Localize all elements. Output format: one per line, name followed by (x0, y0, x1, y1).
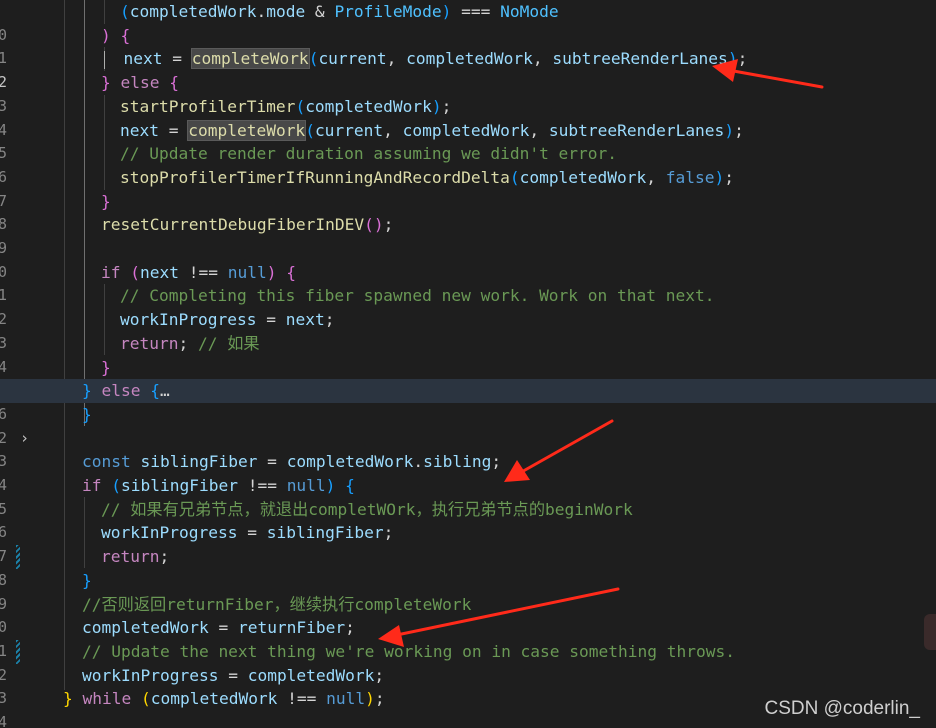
code-line-active[interactable]: 2 next = completeWork(current, completed… (0, 47, 936, 91)
code-line[interactable]: 1 completedWork = returnFiber; (0, 616, 936, 660)
code-line[interactable]: 5 } (0, 356, 936, 400)
code-line[interactable]: 6 // 如果有兄弟节点，就退出completWOrk，执行兄弟节点的begin… (0, 498, 936, 569)
code-line[interactable]: 3 } else { (0, 71, 936, 115)
code-line[interactable]: 5 next = completeWork(current, completed… (0, 119, 936, 162)
code-line[interactable]: 3 (0, 427, 936, 470)
code-line[interactable]: 3 workInProgress = completedWork; (0, 664, 936, 708)
code-line[interactable]: 0 //否则返回returnFiber，继续执行completeWork (0, 593, 936, 664)
code-line[interactable]: 9 } (0, 569, 936, 613)
code-line[interactable]: 8 } (0, 190, 936, 234)
folded-ellipsis[interactable]: … (160, 381, 170, 400)
code-line[interactable]: 4 startProfilerTimer(completedWork); (0, 95, 936, 139)
watermark: CSDN @coderlin_ (764, 698, 920, 719)
code-line[interactable]: 8 return; (0, 545, 936, 589)
code-line[interactable]: 9 resetCurrentDebugFiberInDEV(); (0, 213, 936, 257)
line-number: 4 (0, 713, 8, 728)
code-line[interactable]: 5 if (siblingFiber !== null) { (0, 474, 936, 518)
code-editor[interactable]: 0 (completedWork.mode & ProfileMode) ===… (0, 0, 936, 728)
code-line[interactable]: 4 const siblingFiber = completedWork.sib… (0, 450, 936, 494)
code-line[interactable]: 6 // Update render duration assuming we … (0, 142, 936, 186)
code-line[interactable]: 3 workInProgress = next; (0, 308, 936, 352)
code-line[interactable]: 7 workInProgress = siblingFiber; (0, 521, 936, 565)
minimap-edge-widget[interactable] (924, 614, 936, 650)
code-line[interactable]: 2 // Update the next thing we're working… (0, 640, 936, 684)
code-line[interactable]: 2 // Completing this fiber spawned new w… (0, 284, 936, 328)
code-line-folded[interactable]: 6 › } else {… (0, 379, 936, 447)
code-line[interactable]: 0 (0, 237, 936, 281)
code-line[interactable]: 0 (completedWork.mode & ProfileMode) ===… (0, 0, 936, 44)
code-line[interactable]: 4 return; // 如果 (0, 332, 936, 403)
code-line[interactable]: 1 if (next !== null) { (0, 261, 936, 305)
code-line[interactable]: 2 } (0, 403, 936, 447)
code-line[interactable]: 1 ) { (0, 24, 936, 68)
code-line[interactable]: 7 stopProfilerTimerIfRunningAndRecordDel… (0, 166, 936, 210)
